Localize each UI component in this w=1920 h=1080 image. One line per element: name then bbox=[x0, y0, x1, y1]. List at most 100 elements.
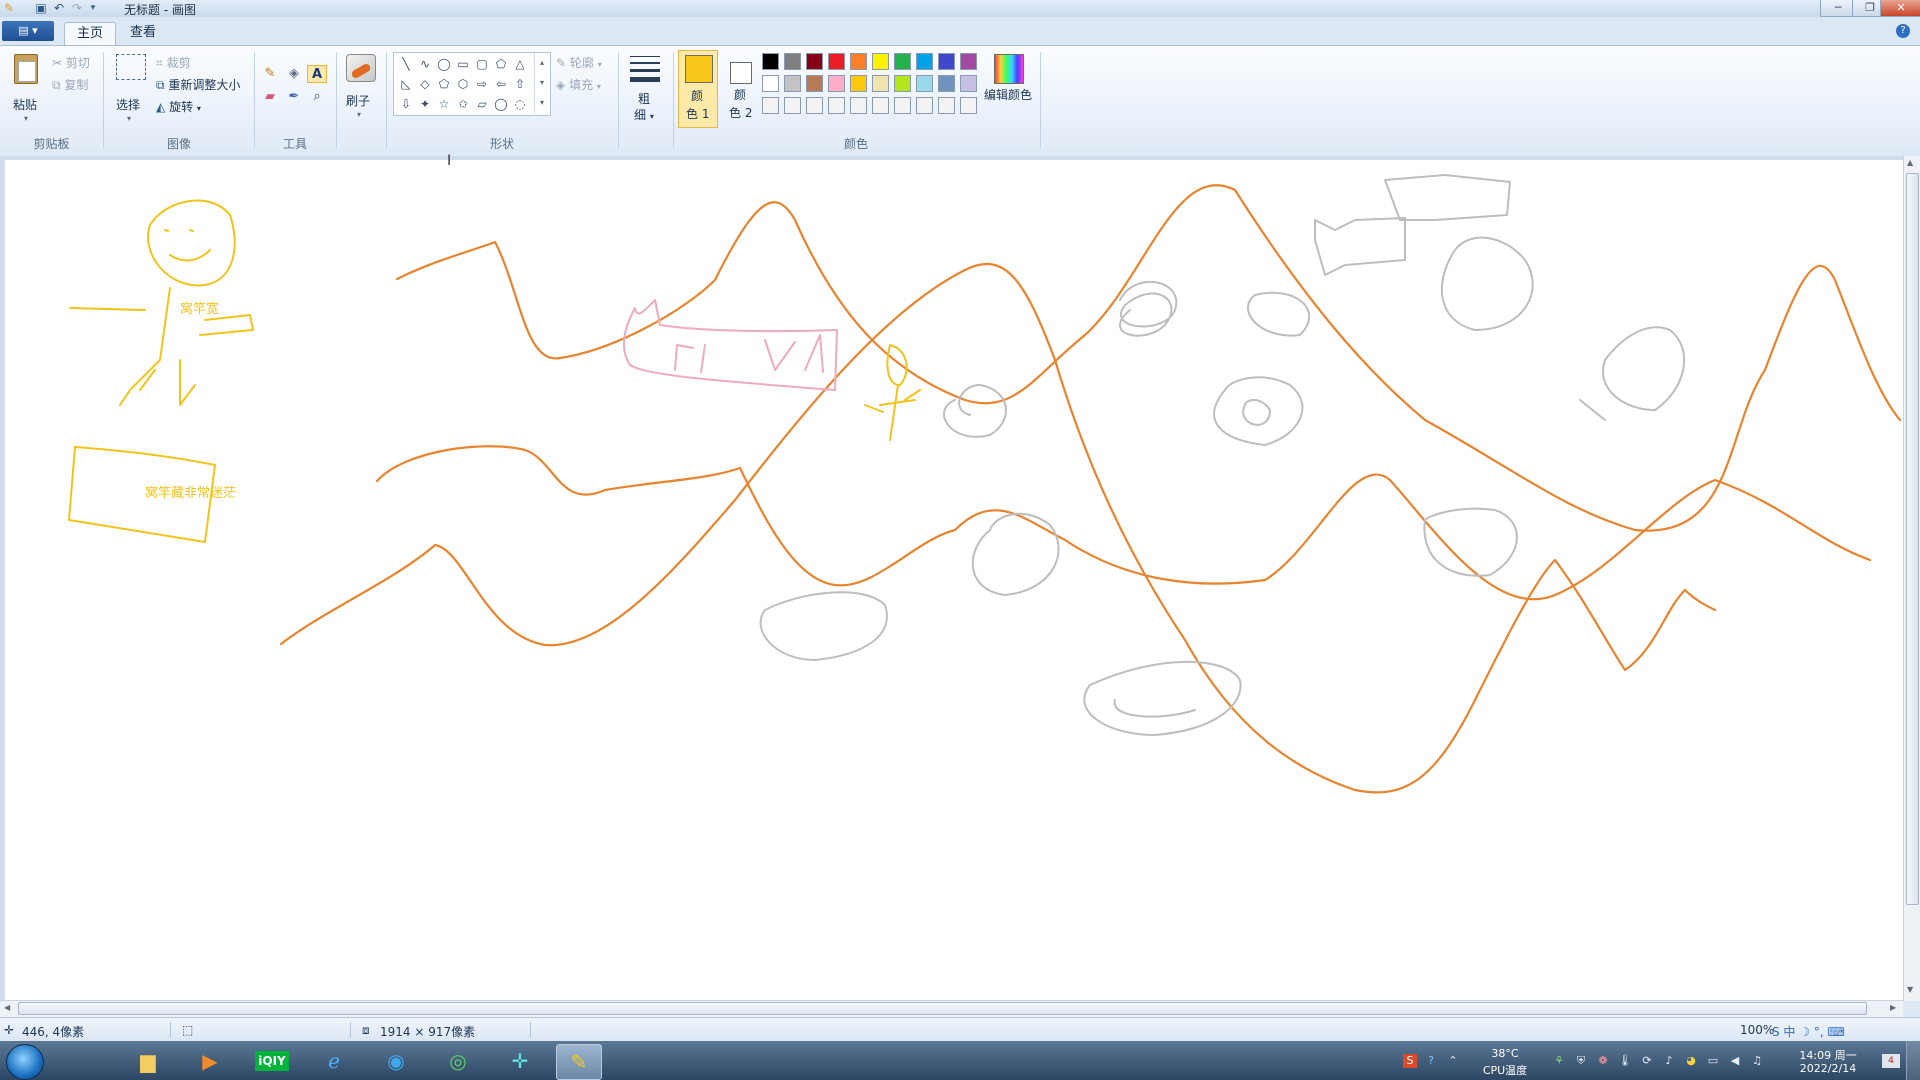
close-button[interactable]: ✕ bbox=[1880, 0, 1920, 17]
palette-swatch[interactable] bbox=[916, 75, 933, 92]
shape-option[interactable]: ✦ bbox=[415, 95, 435, 113]
color1-button[interactable]: 颜 色 1 bbox=[678, 50, 718, 128]
help-icon[interactable]: ? bbox=[1896, 24, 1910, 38]
palette-swatch[interactable] bbox=[894, 53, 911, 70]
shape-option[interactable]: ☆ bbox=[434, 95, 454, 113]
help-tray-icon[interactable]: ? bbox=[1424, 1054, 1438, 1068]
copy-button[interactable]: ⧉ 复制 bbox=[52, 76, 88, 93]
shape-option[interactable]: △ bbox=[510, 55, 530, 73]
pencil-icon[interactable]: ✎ bbox=[260, 65, 280, 83]
paint-menu-button[interactable]: ▤ ▾ bbox=[2, 21, 54, 41]
shape-option[interactable]: ▢ bbox=[472, 55, 492, 73]
scroll-down-icon[interactable]: ▼ bbox=[1907, 985, 1913, 994]
iqiyi-icon[interactable]: iQIY bbox=[250, 1044, 294, 1078]
shape-option[interactable]: ⇦ bbox=[491, 75, 511, 93]
thermometer-icon[interactable]: 🌡 bbox=[1618, 1054, 1632, 1068]
volume-icon[interactable]: ◀ bbox=[1728, 1054, 1742, 1068]
scroll-right-icon[interactable]: ▶ bbox=[1890, 1003, 1896, 1012]
tab-view[interactable]: 查看 bbox=[118, 22, 168, 44]
shape-option[interactable]: ⬠ bbox=[491, 55, 511, 73]
shield-icon[interactable]: ⛨ bbox=[1574, 1054, 1588, 1068]
outline-button[interactable]: ✎ 轮廓 ▾ bbox=[556, 54, 602, 71]
palette-swatch[interactable] bbox=[938, 53, 955, 70]
palette-swatch[interactable] bbox=[916, 53, 933, 70]
shape-option[interactable]: ◇ bbox=[415, 75, 435, 93]
resize-button[interactable]: ⧉ 重新调整大小 bbox=[156, 76, 240, 93]
scroll-up-icon[interactable]: ▲ bbox=[1907, 158, 1913, 167]
shape-option[interactable]: ▭ bbox=[453, 55, 473, 73]
select-button[interactable]: 选择 ▾ bbox=[114, 52, 148, 123]
palette-swatch[interactable] bbox=[894, 75, 911, 92]
palette-swatch[interactable] bbox=[960, 75, 977, 92]
browser-icon[interactable]: ◎ bbox=[436, 1044, 480, 1078]
sogou-icon[interactable]: S bbox=[1403, 1054, 1417, 1068]
shape-option[interactable]: ◺ bbox=[396, 75, 416, 93]
palette-swatch[interactable] bbox=[938, 97, 955, 114]
shape-option[interactable]: ▱ bbox=[472, 95, 492, 113]
palette-swatch[interactable] bbox=[960, 53, 977, 70]
palette-swatch[interactable] bbox=[784, 75, 801, 92]
shape-option[interactable]: ⇨ bbox=[472, 75, 492, 93]
scroll-left-icon[interactable]: ◀ bbox=[4, 1003, 10, 1012]
shape-option[interactable]: ⇩ bbox=[396, 95, 416, 113]
palette-swatch[interactable] bbox=[916, 97, 933, 114]
shape-option[interactable]: ◯ bbox=[434, 55, 454, 73]
paint-icon[interactable]: ✎ bbox=[556, 1044, 602, 1080]
shape-option[interactable]: ╲ bbox=[396, 55, 416, 73]
minimize-button[interactable]: ─ bbox=[1820, 0, 1856, 17]
display-icon[interactable]: ▭ bbox=[1706, 1054, 1720, 1068]
folder-icon[interactable]: ▆ bbox=[126, 1044, 170, 1078]
update-icon[interactable]: ⟳ bbox=[1640, 1054, 1654, 1068]
palette-swatch[interactable] bbox=[894, 97, 911, 114]
app-icon[interactable]: ✛ bbox=[498, 1044, 542, 1078]
media-player-icon[interactable]: ▶ bbox=[188, 1044, 232, 1078]
vertical-scroll-thumb[interactable] bbox=[1906, 173, 1919, 905]
color-picker-icon[interactable]: ✒ bbox=[284, 88, 304, 106]
ime-toolbar[interactable]: S 中 ☽ °, ⌨ bbox=[1772, 1023, 1845, 1040]
palette-swatch[interactable] bbox=[850, 97, 867, 114]
redo-icon[interactable]: ↷ bbox=[70, 1, 84, 15]
shape-option[interactable]: ✩ bbox=[453, 95, 473, 113]
crop-button[interactable]: ⌗ 裁剪 bbox=[156, 54, 191, 71]
magnifier-icon[interactable]: ⌕ bbox=[307, 88, 327, 106]
shape-option[interactable]: ◌ bbox=[510, 95, 530, 113]
network-icon[interactable]: ⚘ bbox=[1552, 1054, 1566, 1068]
palette-swatch[interactable] bbox=[784, 97, 801, 114]
palette-swatch[interactable] bbox=[872, 53, 889, 70]
palette-swatch[interactable] bbox=[960, 97, 977, 114]
rotate-button[interactable]: ◭ 旋转 ▾ bbox=[156, 98, 201, 115]
shape-option[interactable]: ⬡ bbox=[453, 75, 473, 93]
fill-button[interactable]: ◈ 填充 ▾ bbox=[556, 76, 601, 93]
palette-swatch[interactable] bbox=[806, 97, 823, 114]
palette-swatch[interactable] bbox=[784, 53, 801, 70]
palette-swatch[interactable] bbox=[806, 53, 823, 70]
horizontal-scroll-thumb[interactable] bbox=[18, 1002, 1867, 1015]
size-button[interactable]: 粗 细 ▾ bbox=[624, 52, 666, 124]
security-icon[interactable]: ❁ bbox=[1596, 1054, 1610, 1068]
edit-colors-button[interactable]: 编辑颜色 bbox=[984, 50, 1038, 128]
tray-app-icon[interactable]: ◕ bbox=[1684, 1054, 1698, 1068]
palette-swatch[interactable] bbox=[872, 75, 889, 92]
palette-swatch[interactable] bbox=[850, 75, 867, 92]
paint-app-icon[interactable]: ✎ bbox=[2, 1, 16, 15]
text-icon[interactable]: A bbox=[307, 65, 327, 83]
shape-option[interactable]: ⇧ bbox=[510, 75, 530, 93]
edge-icon[interactable]: ◉ bbox=[374, 1044, 418, 1078]
shape-option[interactable]: ⬠ bbox=[434, 75, 454, 93]
cut-button[interactable]: ✂ 剪切 bbox=[52, 54, 90, 71]
palette-swatch[interactable] bbox=[828, 97, 845, 114]
palette-swatch[interactable] bbox=[762, 53, 779, 70]
notification-bell-icon[interactable]: ♪ bbox=[1662, 1054, 1676, 1068]
brushes-button[interactable]: 刷子 ▾ bbox=[342, 52, 378, 122]
palette-swatch[interactable] bbox=[938, 75, 955, 92]
show-desktop-button[interactable] bbox=[1906, 1041, 1920, 1080]
palette-swatch[interactable] bbox=[762, 75, 779, 92]
tray-expand-icon[interactable]: ⌃ bbox=[1446, 1054, 1460, 1068]
palette-swatch[interactable] bbox=[806, 75, 823, 92]
action-center-icon[interactable]: 4 bbox=[1882, 1054, 1900, 1068]
palette-swatch[interactable] bbox=[828, 75, 845, 92]
palette-swatch[interactable] bbox=[872, 97, 889, 114]
palette-swatch[interactable] bbox=[762, 97, 779, 114]
drawing-canvas[interactable]: 窝竿宽 窝竿藏非常迷茫 bbox=[5, 160, 1903, 1000]
palette-swatch[interactable] bbox=[828, 53, 845, 70]
